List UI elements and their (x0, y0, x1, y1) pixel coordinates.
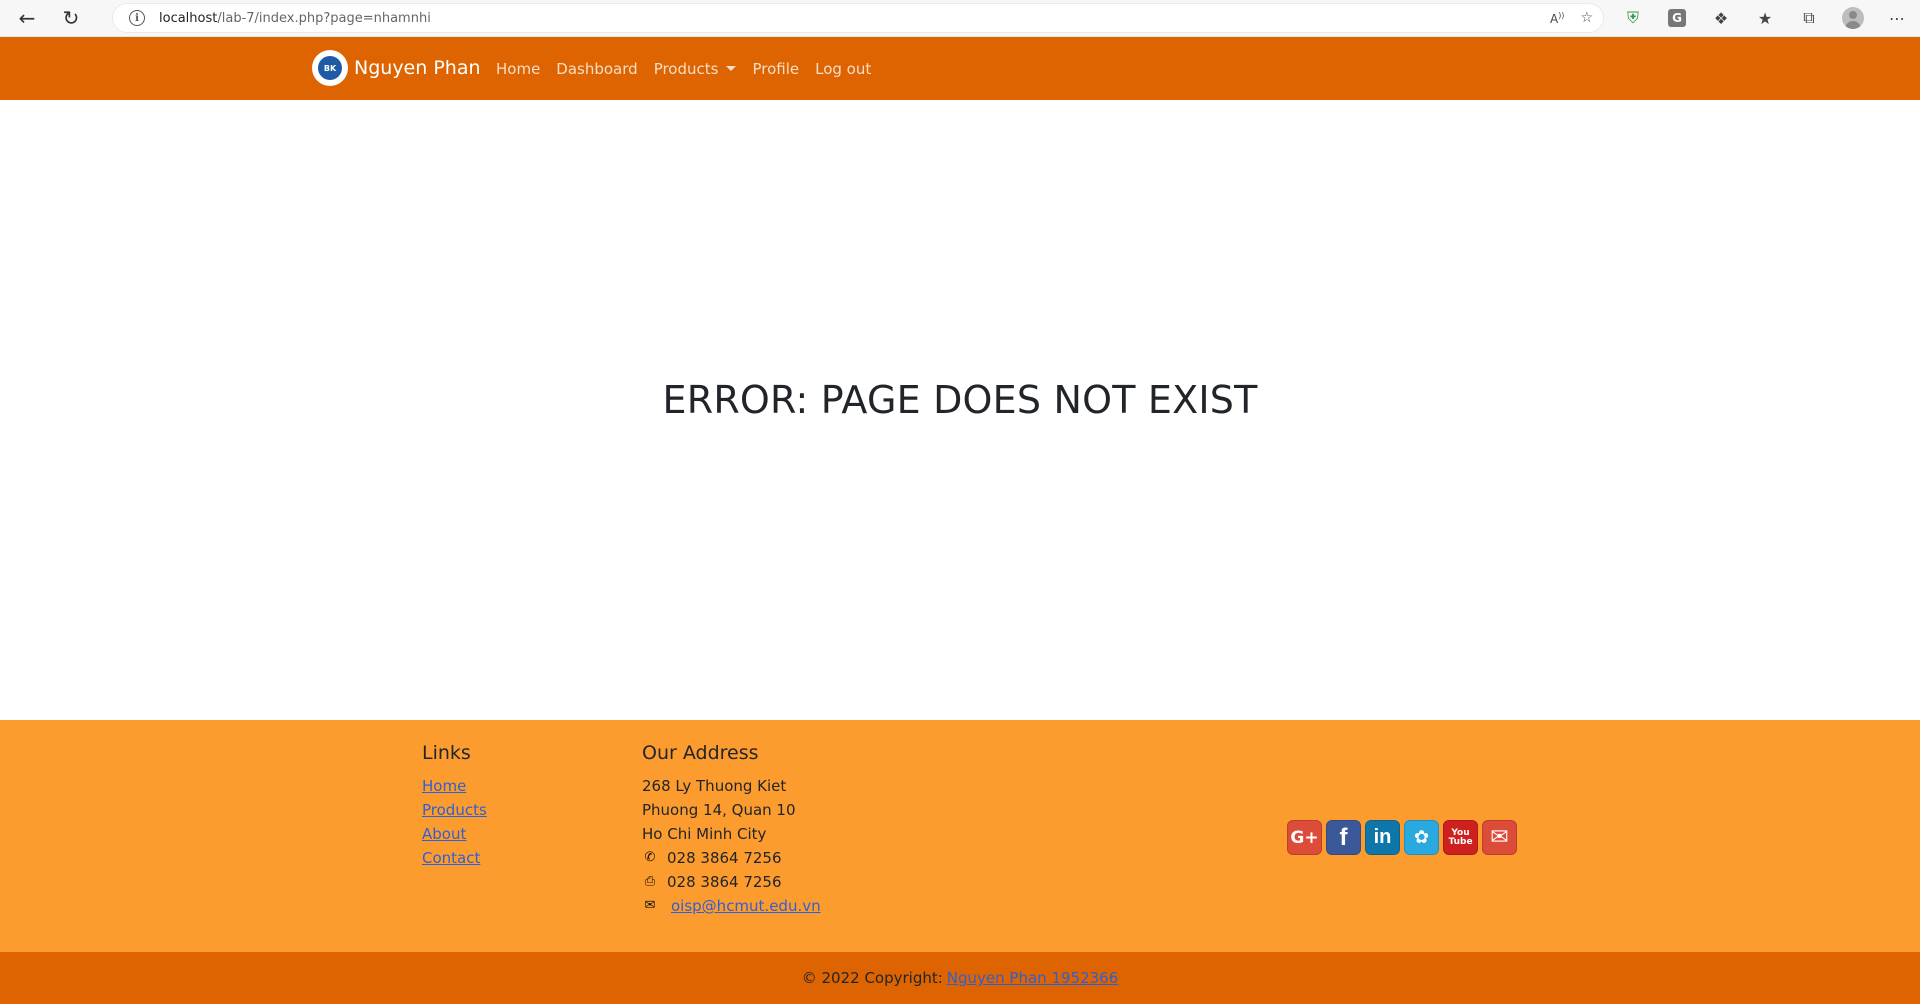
info-icon[interactable]: i (129, 10, 145, 26)
url-path: /lab-7/index.php?page=nhamnhi (217, 10, 431, 26)
nav-products-dropdown[interactable]: Products (654, 60, 737, 78)
facebook-icon[interactable]: f (1326, 820, 1361, 855)
fax-icon: ⎙ (644, 874, 656, 889)
read-aloud-icon[interactable]: A)) (1550, 11, 1564, 26)
grammarly-extension-icon[interactable]: G (1664, 5, 1690, 31)
url-host: localhost (159, 10, 218, 26)
extensions-puzzle-icon[interactable]: ❖ (1708, 5, 1734, 31)
error-message: ERROR: PAGE DOES NOT EXIST (662, 378, 1258, 422)
brand-logo-text: BK (318, 56, 342, 80)
collections-icon[interactable]: ⧉ (1796, 5, 1822, 31)
footer-links-section: Links Home Products About Contact (422, 742, 487, 870)
nav-profile[interactable]: Profile (752, 60, 799, 78)
browser-extensions: ⛨ G ❖ ★ ⧉ ⋯ (1620, 5, 1910, 31)
footer-links-heading: Links (422, 742, 471, 764)
phone-number: 028 3864 7256 (667, 849, 782, 867)
back-arrow-icon[interactable]: ← (12, 3, 42, 33)
nav-dashboard[interactable]: Dashboard (556, 60, 637, 78)
favorite-add-icon[interactable]: ☆ (1580, 10, 1593, 26)
address-bar-actions: A)) ☆ (1550, 4, 1593, 32)
more-menu-icon[interactable]: ⋯ (1884, 5, 1910, 31)
envelope-icon: ✉ (644, 898, 656, 913)
brand-logo-icon: BK (312, 50, 348, 86)
favorites-icon[interactable]: ★ (1752, 5, 1778, 31)
fax-row: ⎙ 028 3864 7256 (642, 870, 821, 894)
email-link[interactable]: oisp@hcmut.edu.vn (671, 894, 821, 918)
google-plus-icon[interactable]: G+ (1287, 820, 1322, 855)
address-line-3: Ho Chi Minh City (642, 825, 767, 843)
footer-address-section: Our Address 268 Ly Thuong Kiet Phuong 14… (642, 742, 821, 918)
footer-link-contact[interactable]: Contact (422, 846, 487, 870)
caret-down-icon (726, 66, 737, 71)
nav-links: Home Dashboard Products Profile Log out (496, 37, 887, 100)
navbar-brand[interactable]: BK Nguyen Phan (312, 50, 481, 86)
footer: Links Home Products About Contact Our Ad… (0, 720, 1920, 952)
phone-icon: ✆ (644, 850, 656, 865)
copyright-text: © 2022 Copyright: (801, 969, 943, 987)
phone-row: ✆ 028 3864 7256 (642, 846, 821, 870)
linkedin-icon[interactable]: in (1365, 820, 1400, 855)
shield-icon[interactable]: ⛨ (1620, 5, 1646, 31)
address-bar[interactable]: i localhost/lab-7/index.php?page=nhamnhi… (112, 3, 1604, 33)
social-links: G+ f in ✿ You Tube ✉ (1287, 820, 1517, 855)
nav-logout[interactable]: Log out (815, 60, 871, 78)
navbar: BK Nguyen Phan Home Dashboard Products P… (0, 37, 1920, 100)
main-content: ERROR: PAGE DOES NOT EXIST (0, 100, 1920, 720)
email-row: ✉ oisp@hcmut.edu.vn (642, 894, 821, 918)
browser-toolbar: ← ↻ i localhost/lab-7/index.php?page=nha… (0, 0, 1920, 37)
copyright-author-link[interactable]: Nguyen Phan 1952366 (947, 969, 1118, 987)
reload-icon[interactable]: ↻ (56, 3, 86, 33)
address-line-2: Phuong 14, Quan 10 (642, 801, 796, 819)
nav-products-label: Products (653, 59, 719, 78)
brand-name: Nguyen Phan (354, 57, 481, 79)
youtube-icon[interactable]: You Tube (1443, 820, 1478, 855)
footer-link-home[interactable]: Home (422, 774, 487, 798)
url-text[interactable]: localhost/lab-7/index.php?page=nhamnhi (159, 11, 431, 26)
twitter-icon[interactable]: ✿ (1404, 820, 1439, 855)
address-line-1: 268 Ly Thuong Kiet (642, 777, 787, 795)
copyright-bar: © 2022 Copyright: Nguyen Phan 1952366 (0, 952, 1920, 1004)
footer-address-heading: Our Address (642, 742, 759, 764)
mail-icon[interactable]: ✉ (1482, 820, 1517, 855)
footer-link-about[interactable]: About (422, 822, 487, 846)
profile-avatar-icon[interactable] (1840, 5, 1866, 31)
nav-home[interactable]: Home (496, 60, 540, 78)
fax-number: 028 3864 7256 (667, 873, 782, 891)
footer-link-products[interactable]: Products (422, 798, 487, 822)
